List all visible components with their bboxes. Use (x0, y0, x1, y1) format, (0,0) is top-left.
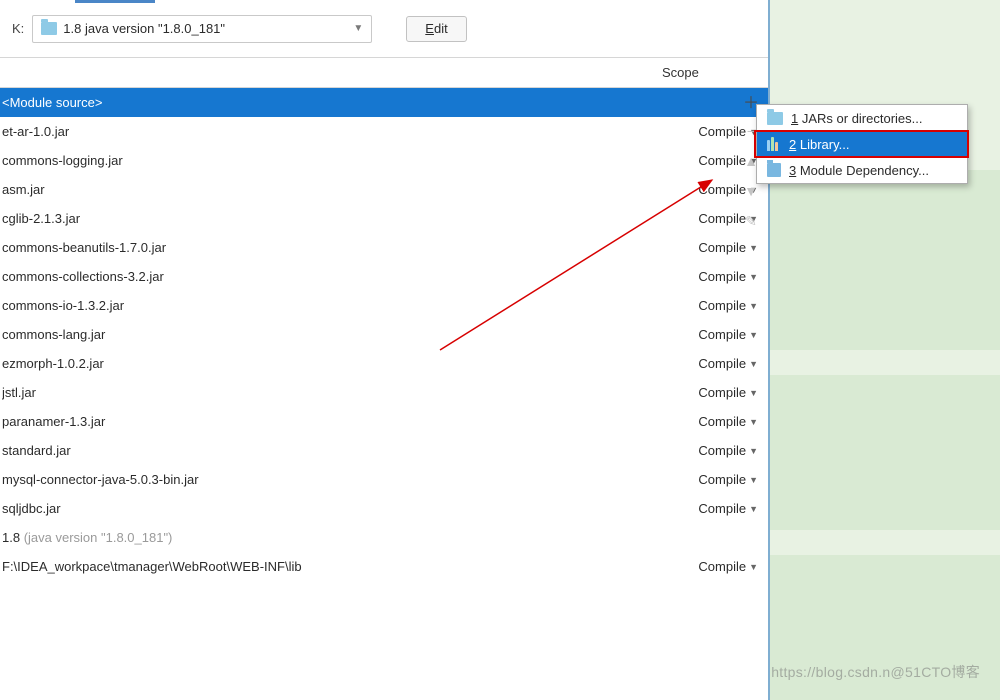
table-row[interactable]: jstl.jarCompile▼ (0, 378, 768, 407)
sdk-selected-text: 1.8 java version "1.8.0_181" (63, 21, 225, 36)
row-name: mysql-connector-java-5.0.3-bin.jar (2, 472, 690, 487)
scope-selector[interactable]: Compile▼ (690, 298, 764, 313)
folder-icon (41, 22, 57, 35)
chevron-down-icon: ▼ (749, 504, 758, 514)
chevron-down-icon: ▼ (749, 301, 758, 311)
row-name: sqljdbc.jar (2, 501, 690, 516)
row-name: <Module source> (2, 95, 764, 110)
chevron-down-icon: ▼ (749, 562, 758, 572)
row-name: standard.jar (2, 443, 690, 458)
chevron-down-icon: ▼ (749, 475, 758, 485)
row-name: commons-io-1.3.2.jar (2, 298, 690, 313)
table-row[interactable]: et-ar-1.0.jarCompile▼ (0, 117, 768, 146)
popup-item-lib[interactable]: 2 Library... (757, 131, 967, 157)
chevron-down-icon: ▼ (749, 330, 758, 340)
scope-selector[interactable]: Compile▼ (690, 472, 764, 487)
popup-item-module[interactable]: 3 Module Dependency... (757, 157, 967, 183)
edit-button[interactable]: Edit (406, 16, 466, 42)
table-row[interactable]: <Module source> (0, 88, 768, 117)
popup-item-label: 2 Library... (789, 137, 849, 152)
active-tab-indicator (75, 0, 155, 3)
row-name: commons-collections-3.2.jar (2, 269, 690, 284)
chevron-down-icon: ▼ (353, 23, 363, 34)
row-name: paranamer-1.3.jar (2, 414, 690, 429)
table-header: Scope (0, 58, 768, 88)
table-row[interactable]: commons-io-1.3.2.jarCompile▼ (0, 291, 768, 320)
table-row[interactable]: cglib-2.1.3.jarCompile▼ (0, 204, 768, 233)
scope-selector[interactable]: Compile▼ (690, 414, 764, 429)
scope-selector[interactable]: Compile▼ (690, 559, 764, 574)
table-row[interactable]: standard.jarCompile▼ (0, 436, 768, 465)
edit-pencil-button: ✎ (740, 210, 762, 232)
sdk-toolbar: K: 1.8 java version "1.8.0_181" ▼ Edit (0, 0, 768, 58)
row-name: asm.jar (2, 182, 690, 197)
chevron-down-icon: ▼ (749, 388, 758, 398)
row-name: ezmorph-1.0.2.jar (2, 356, 690, 371)
sdk-label: K: (12, 21, 24, 36)
table-row[interactable]: sqljdbc.jarCompile▼ (0, 494, 768, 523)
scope-selector[interactable]: Compile▼ (690, 443, 764, 458)
table-row[interactable]: asm.jarCompile▼ (0, 175, 768, 204)
folder-icon (767, 112, 783, 125)
row-name: commons-logging.jar (2, 153, 690, 168)
watermark: https://blog.csdn.n@51CTO博客 (771, 662, 980, 682)
row-name: commons-beanutils-1.7.0.jar (2, 240, 690, 255)
scope-selector[interactable]: Compile▼ (690, 269, 764, 284)
dependency-list: <Module source>et-ar-1.0.jarCompile▼comm… (0, 88, 768, 581)
chevron-down-icon: ▼ (749, 417, 758, 427)
table-row[interactable]: commons-lang.jarCompile▼ (0, 320, 768, 349)
row-name: cglib-2.1.3.jar (2, 211, 690, 226)
scope-selector[interactable]: Compile▼ (690, 501, 764, 516)
dependencies-panel: K: 1.8 java version "1.8.0_181" ▼ Edit S… (0, 0, 770, 700)
table-row[interactable]: F:\IDEA_workpace\tmanager\WebRoot\WEB-IN… (0, 552, 768, 581)
scope-selector[interactable]: Compile▼ (690, 240, 764, 255)
table-row[interactable]: commons-collections-3.2.jarCompile▼ (0, 262, 768, 291)
popup-item-label: 1 JARs or directories... (791, 111, 923, 126)
table-row[interactable]: commons-logging.jarCompile▼ (0, 146, 768, 175)
table-row[interactable]: mysql-connector-java-5.0.3-bin.jarCompil… (0, 465, 768, 494)
chevron-down-icon: ▼ (749, 272, 758, 282)
chevron-down-icon: ▼ (749, 359, 758, 369)
module-icon (767, 163, 781, 177)
scope-selector[interactable]: Compile▼ (690, 327, 764, 342)
scope-selector[interactable]: Compile▼ (690, 356, 764, 371)
scope-selector[interactable]: Compile▼ (690, 385, 764, 400)
popup-item-folder[interactable]: 1 JARs or directories... (757, 105, 967, 131)
table-row[interactable]: commons-beanutils-1.7.0.jarCompile▼ (0, 233, 768, 262)
row-name: commons-lang.jar (2, 327, 690, 342)
chevron-down-icon: ▼ (749, 243, 758, 253)
table-row[interactable]: 1.8 (java version "1.8.0_181") (0, 523, 768, 552)
popup-item-label: 3 Module Dependency... (789, 163, 929, 178)
library-icon (767, 137, 781, 151)
row-name: 1.8 (java version "1.8.0_181") (2, 530, 764, 545)
sdk-dropdown[interactable]: 1.8 java version "1.8.0_181" ▼ (32, 15, 372, 43)
row-name: et-ar-1.0.jar (2, 124, 690, 139)
table-row[interactable]: paranamer-1.3.jarCompile▼ (0, 407, 768, 436)
row-name: F:\IDEA_workpace\tmanager\WebRoot\WEB-IN… (2, 559, 690, 574)
add-popup-menu: 1 JARs or directories... 2 Library... 3 Mo… (756, 104, 968, 184)
table-row[interactable]: ezmorph-1.0.2.jarCompile▼ (0, 349, 768, 378)
row-name: jstl.jar (2, 385, 690, 400)
chevron-down-icon: ▼ (749, 446, 758, 456)
scope-column-header[interactable]: Scope (662, 65, 750, 80)
